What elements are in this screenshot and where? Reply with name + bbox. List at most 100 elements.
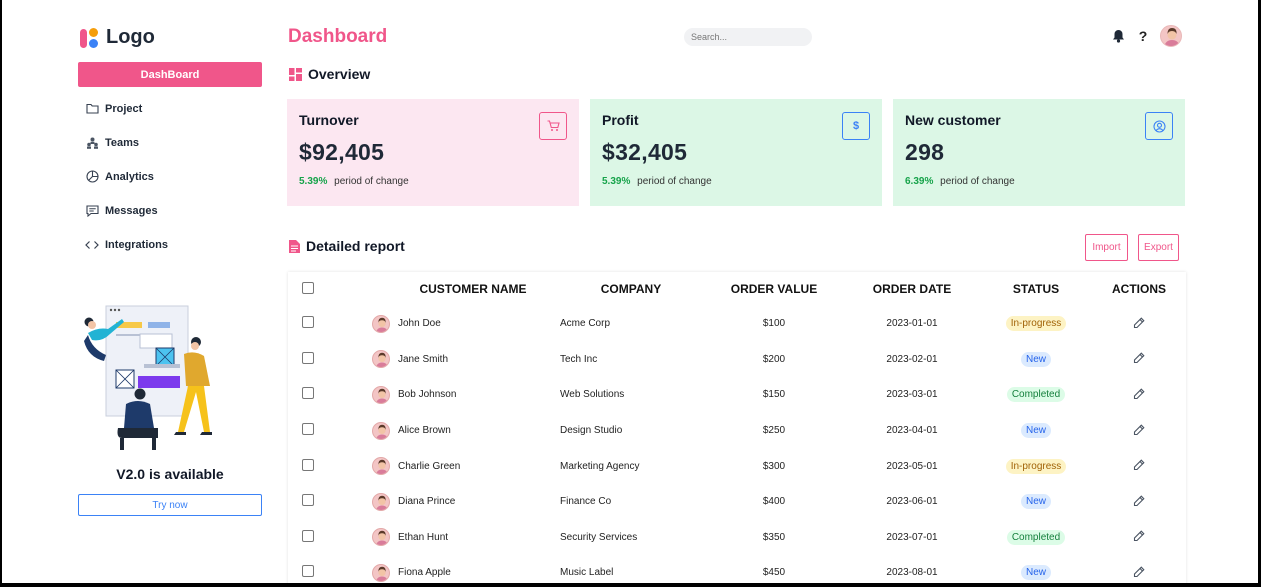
table-row: Bob Johnson Web Solutions $150 2023-03-0… [288, 377, 1186, 413]
sidebar-item-project[interactable]: Project [78, 96, 262, 121]
customer-name: Charlie Green [398, 460, 461, 472]
sidebar-item-analytics[interactable]: Analytics [78, 164, 262, 189]
company: Finance Co [560, 496, 612, 508]
card-title: Profit [602, 112, 639, 128]
company: Security Services [560, 531, 638, 543]
col-customer-name[interactable]: CUSTOMER NAME [348, 282, 558, 296]
stats-cards: Turnover $92,405 5.39% period of change … [287, 99, 1185, 206]
change-percent: 6.39% [905, 176, 934, 187]
sidebar-item-messages[interactable]: Messages [78, 198, 262, 223]
change-percent: 5.39% [602, 176, 631, 187]
order-value: $150 [762, 389, 786, 401]
col-company[interactable]: COMPANY [558, 282, 704, 296]
bell-icon[interactable] [1110, 28, 1126, 44]
change-label: period of change [334, 176, 409, 187]
page-title: Dashboard [288, 26, 388, 47]
sidebar-item-integrations[interactable]: Integrations [78, 232, 262, 257]
status-badge: Completed [1006, 387, 1066, 403]
order-date: 2023-02-01 [886, 353, 938, 365]
order-value: $350 [762, 531, 786, 543]
edit-pencil-icon[interactable] [1132, 387, 1146, 401]
row-checkbox[interactable] [302, 529, 314, 542]
status-badge: Completed [1006, 529, 1066, 545]
sidebar-item-dashboard[interactable]: DashBoard [78, 62, 262, 87]
table-row: Jane Smith Tech Inc $200 2023-02-01 New [288, 342, 1186, 378]
search-input[interactable] [684, 28, 812, 46]
company: Music Label [560, 567, 614, 579]
row-checkbox[interactable] [302, 423, 314, 436]
col-status[interactable]: STATUS [980, 282, 1092, 296]
card-title: Turnover [299, 112, 359, 128]
sidebar-item-label: Project [105, 102, 143, 115]
edit-pencil-icon[interactable] [1132, 565, 1146, 579]
status-badge: In-progress [1005, 458, 1067, 474]
row-checkbox[interactable] [302, 565, 314, 578]
promo-illustration [84, 305, 212, 450]
order-date: 2023-04-01 [886, 425, 938, 437]
edit-pencil-icon[interactable] [1132, 351, 1146, 365]
sidebar-item-teams[interactable]: Teams [78, 130, 262, 155]
row-checkbox[interactable] [302, 316, 314, 329]
cart-icon[interactable] [539, 112, 567, 140]
company: Design Studio [560, 425, 623, 437]
dollar-icon[interactable]: $ [842, 112, 870, 140]
table-row: Diana Prince Finance Co $400 2023-06-01 … [288, 484, 1186, 520]
status-badge: New [1020, 423, 1051, 439]
header-actions: ? [1110, 25, 1182, 47]
table-header: CUSTOMER NAME COMPANY ORDER VALUE ORDER … [288, 272, 1186, 306]
order-date: 2023-06-01 [886, 496, 938, 508]
table-row: Alice Brown Design Studio $250 2023-04-0… [288, 413, 1186, 449]
avatar[interactable] [1160, 25, 1182, 47]
order-date: 2023-07-01 [886, 531, 938, 543]
select-all-checkbox[interactable] [302, 281, 314, 294]
col-order-value[interactable]: ORDER VALUE [704, 282, 844, 296]
row-checkbox[interactable] [302, 387, 314, 400]
row-checkbox[interactable] [302, 458, 314, 471]
export-button[interactable]: Export [1138, 234, 1179, 261]
help-icon[interactable]: ? [1136, 28, 1150, 44]
user-circle-icon[interactable] [1145, 112, 1173, 140]
customer-name: Jane Smith [398, 353, 449, 365]
customer-name: John Doe [398, 318, 441, 330]
message-icon [85, 204, 99, 218]
company: Web Solutions [560, 389, 625, 401]
company: Acme Corp [560, 318, 611, 330]
edit-pencil-icon[interactable] [1132, 494, 1146, 508]
edit-pencil-icon[interactable] [1132, 458, 1146, 472]
sidebar-nav: DashBoard Project Teams Analytics Messag… [78, 62, 262, 266]
row-checkbox[interactable] [302, 494, 314, 507]
edit-pencil-icon[interactable] [1132, 423, 1146, 437]
report-table: CUSTOMER NAME COMPANY ORDER VALUE ORDER … [288, 272, 1186, 583]
col-actions: ACTIONS [1112, 282, 1166, 296]
logo-mark-icon [80, 27, 100, 49]
sidebar-item-label: Teams [105, 136, 140, 149]
change-label: period of change [637, 176, 712, 187]
order-value: $450 [762, 567, 786, 579]
customer-avatar [372, 350, 390, 369]
card-value: 298 [905, 139, 945, 165]
row-checkbox[interactable] [302, 351, 314, 364]
logo[interactable]: Logo [80, 26, 155, 49]
company: Tech Inc [560, 353, 598, 365]
col-order-date[interactable]: ORDER DATE [844, 282, 980, 296]
customer-avatar [372, 563, 390, 582]
import-button[interactable]: Import [1085, 234, 1128, 261]
edit-pencil-icon[interactable] [1132, 316, 1146, 330]
card-title: New customer [905, 112, 1001, 128]
sidebar-item-label: Analytics [105, 170, 154, 183]
table-row: John Doe Acme Corp $100 2023-01-01 In-pr… [288, 306, 1186, 342]
customer-name: Bob Johnson [398, 389, 457, 401]
card-change: 5.39% period of change [602, 176, 870, 187]
document-icon [289, 239, 300, 253]
order-date: 2023-08-01 [886, 567, 938, 579]
promo-title: V2.0 is available [116, 466, 224, 482]
status-badge: In-progress [1005, 316, 1067, 332]
order-value: $400 [762, 496, 786, 508]
customer-avatar [372, 528, 390, 547]
sidebar-item-label: Integrations [105, 238, 168, 251]
customer-name: Diana Prince [398, 496, 456, 508]
card-value: $32,405 [602, 139, 688, 165]
edit-pencil-icon[interactable] [1132, 529, 1146, 543]
try-now-button[interactable]: Try now [78, 494, 262, 516]
customer-avatar [372, 457, 390, 476]
